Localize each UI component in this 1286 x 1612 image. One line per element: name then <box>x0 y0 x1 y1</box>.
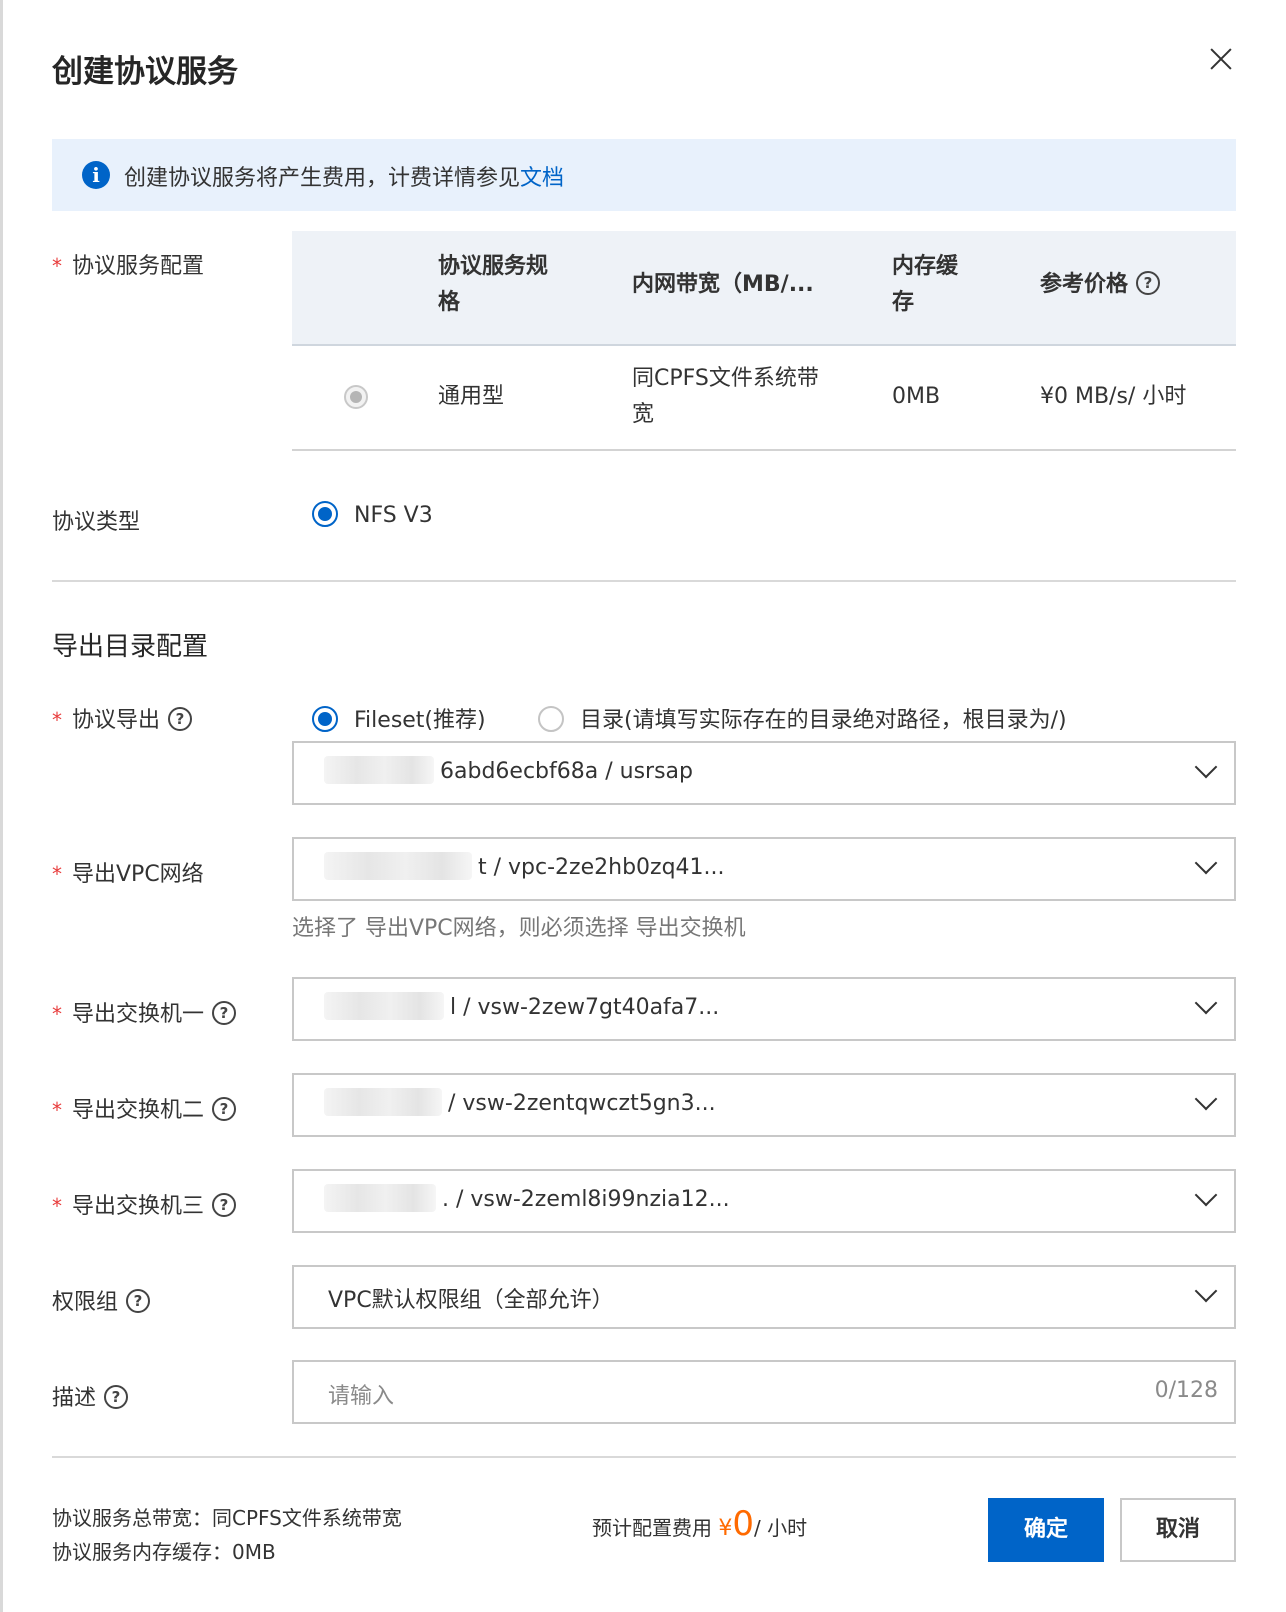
required-mark: * <box>52 708 62 732</box>
char-counter: 0/128 <box>1154 1378 1218 1403</box>
protocol-export-label: * 协议导出? <box>52 702 193 734</box>
dialog-title: 创建协议服务 <box>52 54 238 90</box>
radio-checked[interactable] <box>312 706 338 732</box>
export-option-directory[interactable]: 目录(请填写实际存在的目录绝对路径，根目录为/) <box>538 702 1067 734</box>
permission-group-label: 权限组? <box>52 1284 151 1316</box>
cell-spec: 通用型 <box>438 384 505 409</box>
vswitch1-label: * 导出交换机一? <box>52 996 237 1028</box>
chevron-down-icon <box>1196 763 1212 779</box>
vswitch1-select[interactable]: l / vsw-2zew7gt40afa7... <box>292 977 1236 1041</box>
chevron-down-icon <box>1196 999 1212 1015</box>
docs-link[interactable]: 文档 <box>520 166 564 191</box>
redacted-area <box>324 1184 436 1212</box>
vswitch3-label: * 导出交换机三? <box>52 1188 237 1220</box>
help-icon[interactable]: ? <box>1136 271 1161 295</box>
help-icon[interactable]: ? <box>212 1193 237 1217</box>
info-icon: i <box>82 161 110 189</box>
cell-bandwidth: 同CPFS文件系统带宽 <box>632 366 819 427</box>
notice-text: 创建协议服务将产生费用，计费详情参见文档 <box>124 166 565 191</box>
vpc-hint: 选择了 导出VPC网络，则必须选择 导出交换机 <box>292 916 746 941</box>
spec-table-header: 协议服务规格 内网带宽（MB/... 内存缓存 参考价格? <box>292 231 1236 346</box>
col-price: 参考价格? <box>1040 267 1161 303</box>
cancel-button[interactable]: 取消 <box>1120 1498 1236 1562</box>
chevron-down-icon <box>1196 859 1212 875</box>
vswitch2-label: * 导出交换机二? <box>52 1092 237 1124</box>
protocol-type-option[interactable]: NFS V3 <box>312 501 433 529</box>
help-icon[interactable]: ? <box>212 1001 237 1025</box>
confirm-button[interactable]: 确定 <box>988 1498 1104 1562</box>
col-spec: 协议服务规格 <box>438 254 549 315</box>
vswitch2-select[interactable]: / vsw-2zentqwczt5gn3... <box>292 1073 1236 1137</box>
vpc-label: * 导出VPC网络 <box>52 862 204 887</box>
required-mark: * <box>52 1098 62 1122</box>
cell-cache: 0MB <box>892 384 941 409</box>
required-mark: * <box>52 1194 62 1218</box>
help-icon[interactable]: ? <box>126 1289 151 1313</box>
total-bandwidth: 协议服务总带宽：同CPFS文件系统带宽 <box>52 1506 402 1530</box>
create-protocol-service-dialog: 创建协议服务 i 创建协议服务将产生费用，计费详情参见文档 * 协议服务配置 协议… <box>0 0 1286 1612</box>
vswitch1-value: l / vsw-2zew7gt40afa7... <box>324 992 719 1022</box>
help-icon[interactable]: ? <box>212 1097 237 1121</box>
required-mark: * <box>52 1002 62 1026</box>
chevron-down-icon <box>1196 1287 1212 1303</box>
billing-notice: i 创建协议服务将产生费用，计费详情参见文档 <box>52 139 1236 211</box>
permission-group-value: VPC默认权限组（全部允许） <box>328 1288 614 1313</box>
description-label: 描述? <box>52 1380 129 1412</box>
vswitch3-value: . / vsw-2zeml8i99nzia12... <box>324 1184 730 1214</box>
chevron-down-icon <box>1196 1191 1212 1207</box>
radio-unchecked[interactable] <box>538 706 564 732</box>
col-bandwidth: 内网带宽（MB/... <box>632 272 814 297</box>
dialog-edge <box>0 0 3 1612</box>
required-mark: * <box>52 254 62 278</box>
help-icon[interactable]: ? <box>168 707 193 731</box>
redacted-area <box>324 756 434 784</box>
estimated-price: 预计配置费用 ¥0/ 小时 <box>592 1504 808 1544</box>
price-amount: 0 <box>732 1504 754 1544</box>
section-divider <box>52 580 1236 582</box>
vswitch2-value: / vsw-2zentqwczt5gn3... <box>324 1088 716 1118</box>
fileset-select[interactable]: 6abd6ecbf68a / usrsap <box>292 741 1236 805</box>
spec-label: * 协议服务配置 <box>52 254 205 279</box>
required-mark: * <box>52 862 62 886</box>
permission-group-select[interactable]: VPC默认权限组（全部允许） <box>292 1265 1236 1329</box>
close-icon[interactable] <box>1206 44 1236 74</box>
chevron-down-icon <box>1196 1095 1212 1111</box>
description-placeholder: 请输入 <box>328 1384 395 1409</box>
vpc-select[interactable]: t / vpc-2ze2hb0zq41... <box>292 837 1236 901</box>
cell-price: ¥0 MB/s/ 小时 <box>1040 384 1187 409</box>
redacted-area <box>324 852 472 880</box>
help-icon[interactable]: ? <box>104 1385 129 1409</box>
redacted-area <box>324 992 444 1020</box>
memory-cache: 协议服务内存缓存：0MB <box>52 1540 276 1564</box>
export-section-title: 导出目录配置 <box>52 632 209 662</box>
export-option-fileset[interactable]: Fileset(推荐) <box>312 702 486 734</box>
table-row[interactable]: 通用型 同CPFS文件系统带宽 0MB ¥0 MB/s/ 小时 <box>292 345 1236 451</box>
footer-divider <box>52 1456 1236 1458</box>
col-cache: 内存缓存 <box>892 254 959 315</box>
fileset-value: 6abd6ecbf68a / usrsap <box>324 756 693 786</box>
description-input[interactable]: 请输入 0/128 <box>292 1360 1236 1424</box>
vswitch3-select[interactable]: . / vsw-2zeml8i99nzia12... <box>292 1169 1236 1233</box>
spec-radio[interactable] <box>344 385 368 409</box>
radio-checked[interactable] <box>312 501 338 527</box>
vpc-value: t / vpc-2ze2hb0zq41... <box>324 852 725 882</box>
price-currency: ¥ <box>718 1516 733 1541</box>
protocol-type-label: 协议类型 <box>52 510 141 535</box>
redacted-area <box>324 1088 442 1116</box>
